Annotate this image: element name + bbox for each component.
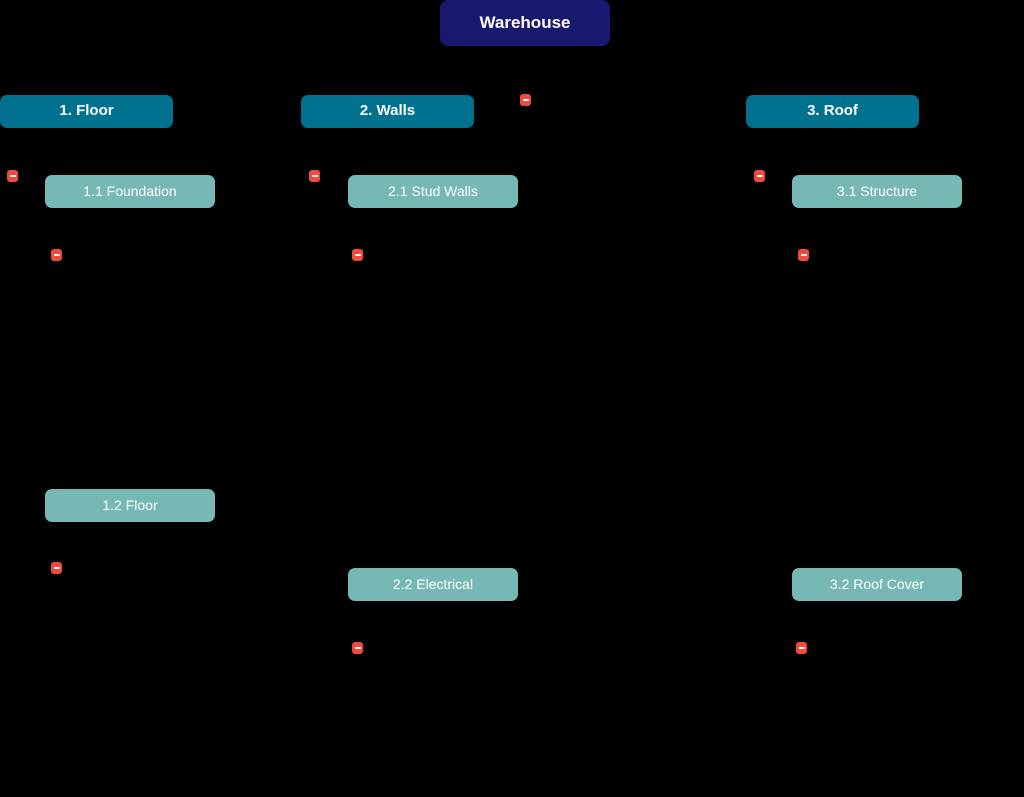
node-label: 1. Floor <box>59 102 114 120</box>
collapse-toggle-task-floor[interactable] <box>51 562 62 574</box>
minus-icon <box>354 254 361 256</box>
node-warehouse[interactable]: Warehouse <box>440 0 610 46</box>
node-phase-floor[interactable]: 1. Floor <box>0 95 173 128</box>
node-label: Warehouse <box>479 12 571 32</box>
collapse-toggle-task-stud-walls[interactable] <box>352 249 363 261</box>
collapse-toggle-task-roof-cover[interactable] <box>796 642 807 654</box>
collapse-toggle-task-structure[interactable] <box>798 249 809 261</box>
node-label: 1.1 Foundation <box>83 182 177 199</box>
node-task-stud-walls[interactable]: 2.1 Stud Walls <box>348 175 518 208</box>
node-label: 1.2 Floor <box>102 496 158 513</box>
node-label: 3.2 Roof Cover <box>829 575 925 592</box>
collapse-toggle-task-electrical[interactable] <box>352 642 363 654</box>
collapse-toggle-phase-roof[interactable] <box>754 170 765 182</box>
node-task-structure[interactable]: 3.1 Structure <box>792 175 962 208</box>
minus-icon <box>53 254 60 256</box>
collapse-toggle-phase-floor[interactable] <box>7 170 18 182</box>
node-label: 3.1 Structure <box>836 182 918 199</box>
minus-icon <box>354 647 361 649</box>
node-label: 2.1 Stud Walls <box>388 182 478 199</box>
node-task-foundation[interactable]: 1.1 Foundation <box>45 175 215 208</box>
node-label: 3. Roof <box>807 102 858 120</box>
minus-icon <box>756 175 763 177</box>
minus-icon <box>798 647 805 649</box>
collapse-toggle-root[interactable] <box>520 94 531 106</box>
minus-icon <box>800 254 807 256</box>
node-label: 2.2 Electrical <box>392 575 474 592</box>
node-task-roof-cover[interactable]: 3.2 Roof Cover <box>792 568 962 601</box>
minus-icon <box>311 175 318 177</box>
node-phase-roof[interactable]: 3. Roof <box>746 95 919 128</box>
minus-icon <box>522 99 529 101</box>
minus-icon <box>53 567 60 569</box>
minus-icon <box>9 175 16 177</box>
node-label: 2. Walls <box>359 102 416 120</box>
collapse-toggle-phase-walls[interactable] <box>309 170 320 182</box>
collapse-toggle-task-foundation[interactable] <box>51 249 62 261</box>
node-phase-walls[interactable]: 2. Walls <box>301 95 474 128</box>
node-task-electrical[interactable]: 2.2 Electrical <box>348 568 518 601</box>
node-task-floor[interactable]: 1.2 Floor <box>45 489 215 522</box>
wbs-diagram-canvas: Warehouse 1. Floor 2. Walls 3. Roof 1.1 … <box>0 0 1024 797</box>
